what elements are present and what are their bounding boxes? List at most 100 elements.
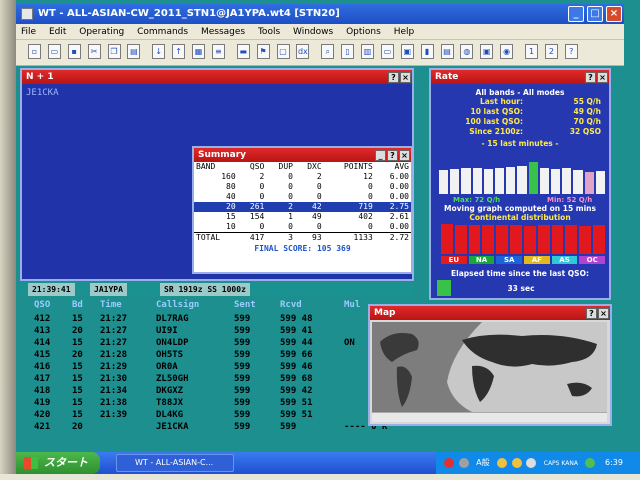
rate-bar [584,171,594,194]
close-icon[interactable]: × [400,72,411,83]
open-file-icon[interactable]: ▭ [47,44,61,59]
log-row[interactable]: 421 20 JE1CKA 599 599 ---- 0 R [20,422,420,433]
save-icon[interactable]: ▪ [67,44,81,59]
log-row[interactable]: 419 15 21:38 T88JX 599 599 51 [20,398,420,409]
start-button[interactable]: スタート [16,452,100,474]
grid-icon[interactable]: ▦ [192,44,205,59]
arrow-up-icon[interactable]: ↑ [172,44,186,59]
map-window-title-bar[interactable]: Map ? × [370,306,610,320]
log-row[interactable]: 415 20 21:28 OH5TS 599 599 66 [20,350,420,361]
menu-messages[interactable]: Messages [196,24,250,40]
tray-settings-icon[interactable] [526,457,537,468]
chart-icon[interactable]: ▮ [420,44,434,59]
arrow-down-icon[interactable]: ↓ [152,44,166,59]
minimize-button[interactable]: _ [568,6,584,22]
menu-help[interactable]: Help [389,24,420,40]
log-col-band: Bd [72,300,83,310]
log-cell: 15 [72,398,83,408]
list-icon[interactable]: ≡ [211,44,225,59]
window-icon[interactable]: ▢ [276,44,290,59]
log-row[interactable]: 417 15 21:30 ZL50GH 599 599 68 [20,374,420,385]
log-row[interactable]: 416 15 21:29 OR0A 599 599 46 [20,362,420,373]
col-points: POINTS [343,162,373,171]
ime-label[interactable]: A般 [476,458,489,467]
summary-window-title-bar[interactable]: Summary _? × [194,148,411,162]
log-row[interactable]: 420 15 21:39 DL4KG 599 599 51 [20,410,420,421]
screen-icon[interactable]: ▣ [400,44,414,59]
frame-icon[interactable]: ▯ [341,44,355,59]
continent-bar [565,225,578,254]
cut-icon[interactable]: ✂ [87,44,101,59]
log-row[interactable]: 418 15 21:34 DKGXZ 599 599 42 [20,386,420,397]
n1-window-title-bar[interactable]: N + 1 ? × [22,70,412,84]
system-tray: A般 CAPS KANA 6:39 [436,452,640,474]
station-2-icon[interactable]: 2 [544,44,558,59]
log-cell: 15 [72,362,83,372]
log-row[interactable]: 412 15 21:27 DL7RAG 599 599 48 [20,314,420,325]
tray-network-icon[interactable] [585,457,596,468]
maximize-button[interactable]: □ [587,6,603,22]
tray-tool-icon[interactable] [511,457,522,468]
log-cell: 21:27 [100,326,128,336]
col-avg: AVG [394,162,409,171]
book-icon[interactable]: ▥ [361,44,374,59]
continent-bar [523,225,536,254]
continent-bar [579,225,592,254]
table-icon[interactable]: ▤ [440,44,454,59]
tray-app-icon[interactable] [444,457,454,468]
close-icon[interactable]: × [399,150,410,161]
panel-icon[interactable]: ▣ [480,44,494,59]
menu-file[interactable]: File [16,24,41,40]
menu-operating[interactable]: Operating [74,24,129,40]
log-cell: 599 [234,386,251,396]
keyer-icon[interactable]: ▬ [236,44,250,59]
find-icon[interactable]: ⌕ [321,44,335,59]
tray-tool-icon[interactable] [497,457,508,468]
qso-log: QSO Bd Time Callsign Sent Rcvd Mul 412 15… [20,300,420,440]
help-icon[interactable]: ? [586,308,597,319]
n1-entry: JE1CKA [26,88,59,98]
log-col-time: Time [100,300,122,310]
toolbar: ▫ ▭ ▪ ✂ ❐ ▤ ↓ ↑ ▦ ≡ ▬ ⚑ ▢ dx ⌕ ▯ ▥ ▭ ▣ ▮… [16,40,624,66]
station-1-icon[interactable]: 1 [525,44,538,59]
close-button[interactable]: × [606,6,622,22]
radio-icon[interactable]: ◉ [500,44,514,59]
tray-ime-icon[interactable] [458,457,469,468]
menu-windows[interactable]: Windows [288,24,338,40]
menu-tools[interactable]: Tools [253,24,285,40]
paste-icon[interactable]: ▤ [127,44,141,59]
status-sunrise-sunset: SR 1919z SS 1000z [160,283,250,296]
world-map[interactable] [372,322,607,412]
rate-row: Last hour: 55 Q/h [479,97,601,106]
minimize-icon[interactable]: _ [375,150,386,161]
taskbar-item-wt[interactable]: WT - ALL-ASIAN-C... [116,454,234,472]
log-row[interactable]: 413 20 21:27 UI9I 599 599 41 [20,326,420,337]
log-row[interactable]: 414 15 21:27 ON4LDP 599 599 44 ON [20,338,420,349]
close-icon[interactable]: × [597,72,608,83]
menu-commands[interactable]: Commands [132,24,193,40]
log-cell: 599 [280,422,297,432]
desktop-screen: WT - ALL-ASIAN-CW_2011_STN1@JA1YPA.wt4 [… [0,0,640,480]
dx-icon[interactable]: dx [296,44,310,59]
help-icon[interactable]: ? [387,150,398,161]
help-icon[interactable]: ? [564,44,578,59]
help-icon[interactable]: ? [585,72,596,83]
flag-icon[interactable]: ⚑ [256,44,270,59]
clock: 6:39 [605,458,623,467]
menu-edit[interactable]: Edit [44,24,71,40]
help-icon[interactable]: ? [388,72,399,83]
app-title-bar[interactable]: WT - ALL-ASIAN-CW_2011_STN1@JA1YPA.wt4 [… [16,4,624,24]
log-cell: ON4LDP [156,338,189,348]
monitor-icon[interactable]: ▭ [380,44,394,59]
close-icon[interactable]: × [598,308,609,319]
globe-icon[interactable]: ◍ [460,44,474,59]
log-cell: ON [344,338,355,348]
log-cell: 21:39 [100,410,128,420]
new-file-icon[interactable]: ▫ [28,44,41,59]
copy-icon[interactable]: ❐ [107,44,121,59]
table-row-selected[interactable]: 20 261 2 42 719 2.75 [194,202,411,212]
rate-window-title-bar[interactable]: Rate ? × [431,70,609,84]
table-row: 160 2 0 2 12 6.00 [221,172,409,181]
menu-options[interactable]: Options [341,24,386,40]
map-scrollbar[interactable] [372,412,607,422]
